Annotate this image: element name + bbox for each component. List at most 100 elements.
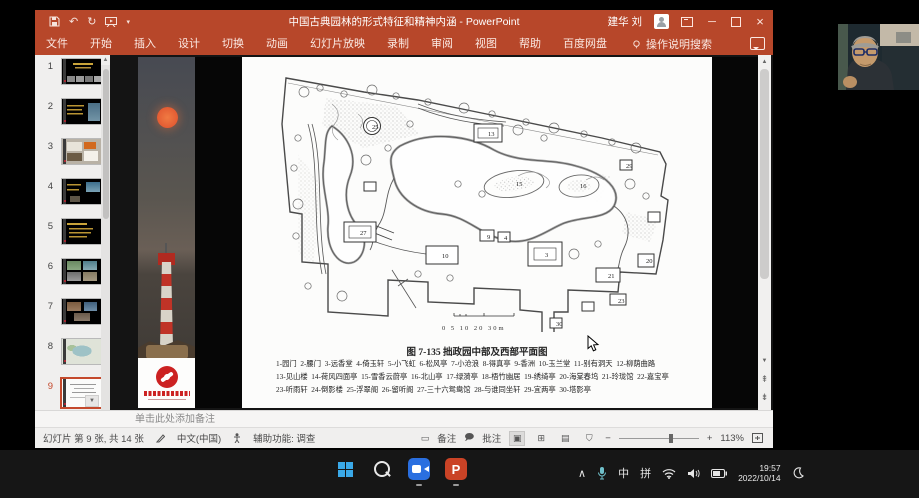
account-name[interactable]: 建华 刘	[608, 14, 642, 29]
ribbon-display-options-icon[interactable]	[681, 17, 693, 27]
fit-to-window-icon[interactable]	[752, 433, 763, 443]
powerpoint-app-button[interactable]: P	[444, 457, 468, 481]
zoom-in-button[interactable]: +	[707, 433, 713, 444]
ime-pinyin-button[interactable]: 拼	[640, 465, 651, 481]
speaker-icon[interactable]	[687, 468, 700, 479]
slide-thumbnail-4[interactable]: 4	[35, 175, 110, 215]
slide-9[interactable]: 2513271094315162123202930 0 5 10 20 30m …	[138, 57, 758, 408]
slide-thumbnail-5[interactable]: 5	[35, 215, 110, 255]
thumbnail-preview[interactable]	[61, 258, 104, 285]
ribbon-tab-3[interactable]: 插入	[123, 33, 167, 55]
scrollbar-thumb[interactable]	[760, 69, 769, 279]
ribbon-tab-11[interactable]: 帮助	[508, 33, 552, 55]
thumbnail-number: 3	[39, 141, 53, 152]
account-avatar[interactable]	[654, 14, 669, 29]
reading-view-button[interactable]: ▤	[557, 431, 573, 446]
slide-thumbnail-6[interactable]: 6	[35, 255, 110, 295]
figure-scalebar: 0 5 10 20 30m	[442, 325, 572, 332]
clock-date: 2022/10/14	[738, 473, 781, 483]
undo-icon[interactable]: ↶	[69, 15, 78, 28]
thumbnail-preview[interactable]	[60, 377, 107, 409]
video-call-window[interactable]	[838, 0, 919, 90]
save-icon[interactable]	[49, 16, 60, 27]
taskbar-clock[interactable]: 19:57 2022/10/14	[738, 463, 781, 483]
language-indicator[interactable]: 中文(中国)	[177, 431, 221, 445]
normal-view-button[interactable]: ▣	[509, 431, 525, 446]
ribbon-tab-8[interactable]: 录制	[376, 33, 420, 55]
notes-toggle[interactable]: 备注	[437, 431, 456, 445]
thumbnail-preview[interactable]	[61, 178, 104, 205]
meeting-app-icon	[408, 458, 430, 480]
ribbon-tab-10[interactable]: 视图	[464, 33, 508, 55]
slide-thumbnail-7[interactable]: 7	[35, 295, 110, 335]
thumbnail-number: 1	[39, 61, 53, 72]
ribbon-tab-9[interactable]: 审阅	[420, 33, 464, 55]
spell-check-icon[interactable]	[156, 434, 165, 443]
zoom-slider[interactable]	[619, 431, 699, 446]
thumbnail-number: 5	[39, 221, 53, 232]
minimize-button[interactable]: ─	[705, 16, 719, 28]
redo-icon[interactable]: ↻	[87, 15, 96, 28]
sunset-photo	[157, 107, 178, 128]
search-icon	[374, 461, 390, 477]
comments-icon[interactable]	[750, 37, 765, 50]
next-slide-button[interactable]: ⇟	[758, 391, 771, 403]
thumbnail-scrollbar-thumb[interactable]	[103, 69, 109, 219]
thumbnail-preview[interactable]	[61, 298, 104, 325]
microphone-icon[interactable]	[597, 466, 607, 480]
meeting-app-button[interactable]	[407, 457, 431, 481]
slide-scrollbar[interactable]: ▲ ▼ ⇞ ⇟	[758, 55, 771, 410]
svg-text:27: 27	[360, 230, 367, 237]
ribbon-tab-1[interactable]: 文件	[35, 33, 79, 55]
ribbon-tab-12[interactable]: 百度网盘	[552, 33, 618, 55]
wifi-icon[interactable]	[662, 468, 676, 479]
thumbnail-preview[interactable]	[61, 58, 104, 85]
thumbnail-scroll-up-icon[interactable]: ▲	[101, 55, 110, 65]
ribbon-tab-6[interactable]: 动画	[255, 33, 299, 55]
garden-plan-figure: 2513271094315162123202930	[268, 64, 688, 332]
thumbnail-preview[interactable]	[61, 138, 104, 165]
slide-thumbnail-1[interactable]: 1	[35, 55, 110, 95]
thumbnail-preview[interactable]	[61, 218, 104, 245]
zoom-level[interactable]: 113%	[720, 433, 744, 444]
focus-assist-moon-icon[interactable]	[792, 467, 804, 479]
scroll-up-icon[interactable]: ▲	[758, 56, 771, 68]
slide-thumbnail-2[interactable]: 2	[35, 95, 110, 135]
slideshow-view-button[interactable]: ⛉	[581, 431, 597, 446]
ribbon-tabs: 文件开始插入设计切换动画幻灯片放映录制审阅视图帮助百度网盘 操作说明搜索	[35, 33, 773, 55]
thumbnail-preview[interactable]	[61, 98, 104, 125]
slide-thumbnail-3[interactable]: 3	[35, 135, 110, 175]
slide-sorter-view-button[interactable]: ⊞	[533, 431, 549, 446]
zoom-out-button[interactable]: −	[605, 433, 611, 444]
scroll-down-icon[interactable]: ▼	[758, 355, 771, 367]
tell-me-search[interactable]: 操作说明搜索	[618, 36, 712, 52]
previous-slide-button[interactable]: ⇞	[758, 373, 771, 385]
slide-thumbnail-8[interactable]: 8	[35, 335, 110, 375]
lightbulb-icon	[632, 40, 641, 49]
notes-pane[interactable]: 单击此处添加备注	[35, 410, 773, 427]
thumbnail-number: 7	[39, 301, 53, 312]
ribbon-tab-7[interactable]: 幻灯片放映	[299, 33, 376, 55]
thumbnail-panel-collapse-icon[interactable]: ▼	[85, 395, 99, 407]
start-slideshow-icon[interactable]	[105, 17, 117, 27]
battery-icon[interactable]	[711, 469, 727, 478]
thumbnail-preview[interactable]	[61, 338, 104, 365]
restore-button[interactable]	[731, 17, 741, 27]
ribbon-tab-5[interactable]: 切换	[211, 33, 255, 55]
ime-language-button[interactable]: 中	[618, 465, 629, 481]
ribbon-tab-2[interactable]: 开始	[79, 33, 123, 55]
start-button[interactable]	[333, 457, 357, 481]
svg-text:20: 20	[646, 258, 653, 265]
search-button[interactable]	[370, 457, 394, 481]
svg-text:13: 13	[488, 131, 495, 138]
accessibility-status[interactable]: 辅助功能: 调查	[253, 431, 315, 445]
svg-text:10: 10	[442, 253, 449, 260]
figure-content-box: 2513271094315162123202930 0 5 10 20 30m …	[242, 57, 712, 408]
svg-text:3: 3	[545, 252, 548, 259]
ribbon-tab-4[interactable]: 设计	[167, 33, 211, 55]
comments-toggle[interactable]: 批注	[482, 431, 501, 445]
qat-customize-icon[interactable]: ▾	[126, 18, 130, 26]
figure-caption: 图 7-135 拙政园中部及西部平面图	[242, 344, 712, 358]
tray-overflow-chevron[interactable]: ∧	[578, 467, 586, 480]
close-button[interactable]: ×	[753, 14, 767, 29]
